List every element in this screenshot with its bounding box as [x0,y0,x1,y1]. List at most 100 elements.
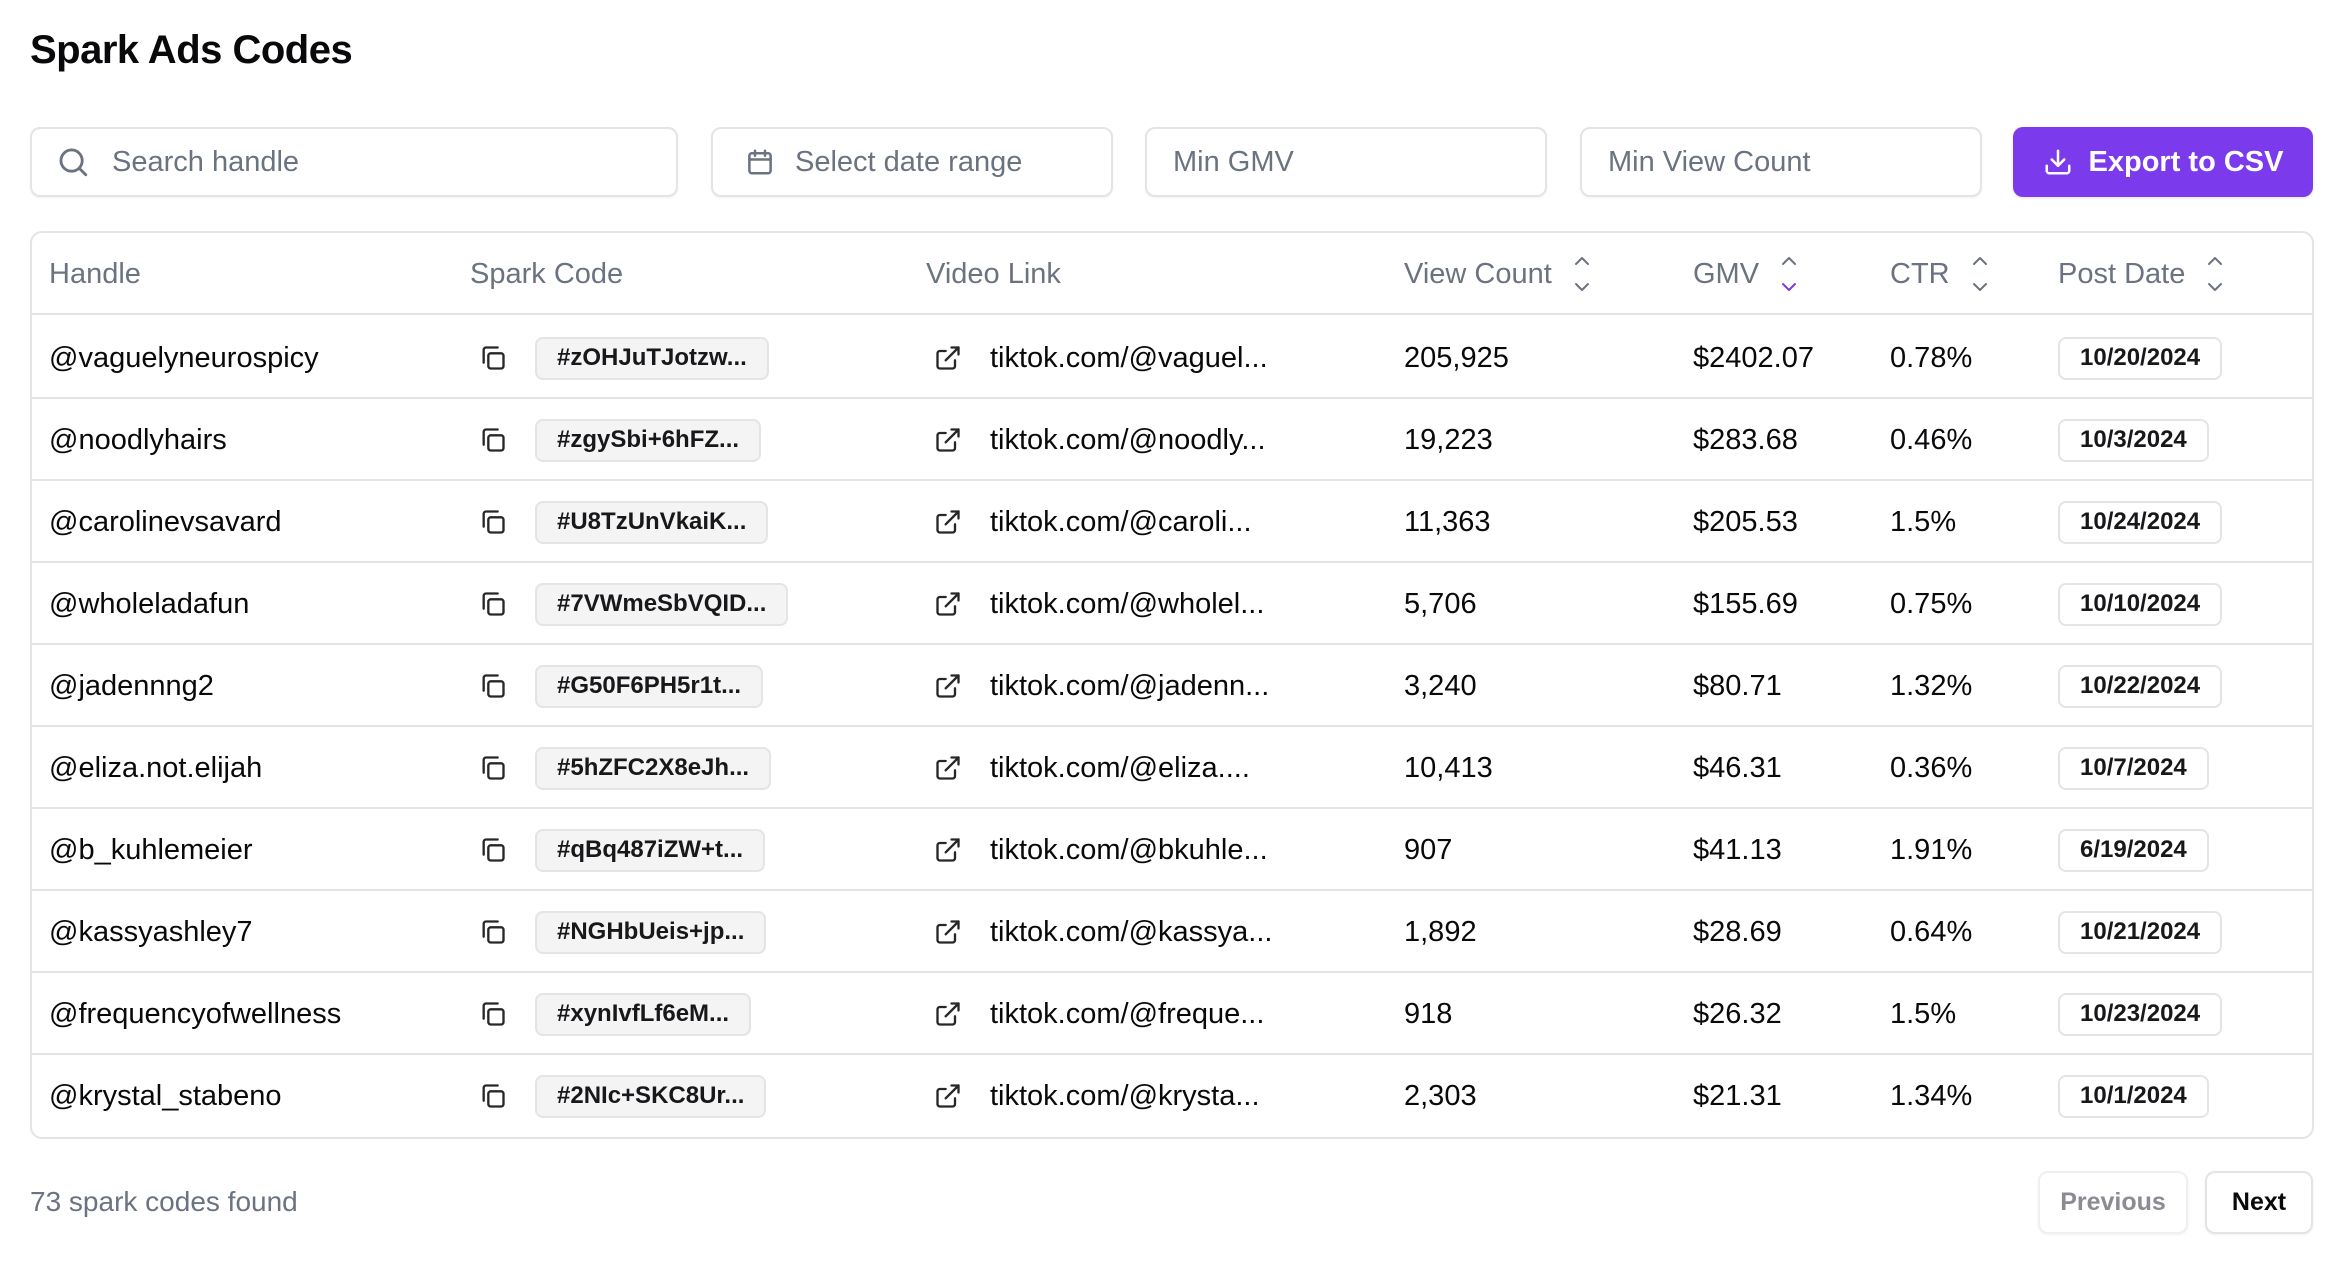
view-count-cell: 3,240 [1404,669,1477,702]
chevron-down-icon [2208,283,2223,291]
copy-icon[interactable] [477,645,509,727]
copy-icon[interactable] [477,973,509,1055]
gmv-cell: $28.69 [1693,915,1782,948]
table-row: @krystal_stabeno #2NIc+SKC8Ur... tiktok.co… [32,1055,2312,1137]
column-header-post-date[interactable]: Post Date [2058,233,2225,315]
chevron-down-icon [1782,283,1797,291]
chevron-down-icon [1574,283,1589,291]
copy-icon[interactable] [477,399,509,481]
gmv-cell: $21.31 [1693,1079,1782,1112]
spark-code-chip: #xynIvfLf6eM... [535,992,752,1036]
spark-code-chip: #qBq487iZW+t... [535,828,766,872]
spark-codes-table: Handle Spark Code Video Link View Count … [30,231,2314,1139]
handle-cell: @frequencyofwellness [49,997,342,1030]
previous-page-button[interactable]: Previous [2038,1171,2188,1234]
min-view-count-input[interactable] [1608,129,1980,195]
date-range-picker[interactable]: Select date range [711,127,1113,197]
external-link-icon[interactable] [934,809,964,891]
gmv-cell: $205.53 [1693,505,1798,538]
min-gmv-field[interactable] [1145,127,1547,197]
external-link-icon[interactable] [934,973,964,1055]
column-header-gmv[interactable]: GMV [1693,233,1799,315]
video-link[interactable]: tiktok.com/@eliza.... [990,727,1250,809]
external-link-icon[interactable] [934,317,964,399]
video-link[interactable]: tiktok.com/@vaguel... [990,317,1268,399]
copy-icon[interactable] [477,809,509,891]
video-link[interactable]: tiktok.com/@freque... [990,973,1264,1055]
ctr-cell: 0.78% [1890,341,1973,374]
gmv-cell: $80.71 [1693,669,1782,702]
external-link-icon[interactable] [934,645,964,727]
sort-toggle[interactable] [1572,252,1592,296]
spark-code-cell: #qBq487iZW+t... [535,809,766,891]
column-label: GMV [1693,257,1760,290]
post-date-badge: 10/20/2024 [2058,336,2223,380]
gmv-cell: $41.13 [1693,833,1782,866]
column-header-view-count[interactable]: View Count [1404,233,1592,315]
search-input[interactable] [112,129,676,195]
post-date-badge: 10/3/2024 [2058,418,2209,462]
ctr-cell: 0.64% [1890,915,1973,948]
spark-code-cell: #U8TzUnVkaiK... [535,481,769,563]
copy-icon[interactable] [477,891,509,973]
copy-icon[interactable] [477,481,509,563]
view-count-cell: 2,303 [1404,1079,1477,1112]
video-link[interactable]: tiktok.com/@kassya... [990,891,1272,973]
column-header-ctr[interactable]: CTR [1890,233,1990,315]
post-date-cell: 10/20/2024 [2058,317,2223,399]
spark-code-cell: #G50F6PH5r1t... [535,645,764,727]
table-row: @noodlyhairs #zgySbi+6hFZ... tiktok.com/@n… [32,399,2312,481]
copy-icon[interactable] [477,317,509,399]
post-date-cell: 10/22/2024 [2058,645,2223,727]
min-gmv-input[interactable] [1173,129,1545,195]
spark-code-chip: #NGHbUeis+jp... [535,910,767,954]
post-date-badge: 10/22/2024 [2058,664,2223,708]
view-count-cell: 10,413 [1404,751,1493,784]
video-link[interactable]: tiktok.com/@krysta... [990,1055,1260,1137]
spark-code-cell: #zgySbi+6hFZ... [535,399,762,481]
column-label: View Count [1404,257,1552,290]
video-link[interactable]: tiktok.com/@bkuhle... [990,809,1268,891]
video-link[interactable]: tiktok.com/@noodly... [990,399,1266,481]
external-link-icon[interactable] [934,399,964,481]
min-view-count-field[interactable] [1580,127,1982,197]
post-date-cell: 10/7/2024 [2058,727,2209,809]
post-date-badge: 10/7/2024 [2058,746,2209,790]
spark-code-cell: #zOHJuTJotzw... [535,317,769,399]
spark-code-cell: #2NIc+SKC8Ur... [535,1055,767,1137]
next-page-button[interactable]: Next [2205,1171,2313,1234]
gmv-cell: $2402.07 [1693,341,1814,374]
copy-icon[interactable] [477,727,509,809]
view-count-cell: 5,706 [1404,587,1477,620]
table-row: @wholeladafun #7VWmeSbVQID... tiktok.com/@… [32,563,2312,645]
video-link[interactable]: tiktok.com/@wholel... [990,563,1264,645]
spark-code-chip: #zgySbi+6hFZ... [535,418,762,462]
external-link-icon[interactable] [934,563,964,645]
ctr-cell: 1.32% [1890,669,1973,702]
sort-toggle[interactable] [1779,252,1799,296]
copy-icon[interactable] [477,563,509,645]
table-row: @eliza.not.elijah #5hZFC2X8eJh... tiktok.c… [32,727,2312,809]
spark-code-chip: #U8TzUnVkaiK... [535,500,769,544]
export-csv-button[interactable]: Export to CSV [2013,127,2313,197]
external-link-icon[interactable] [934,1055,964,1137]
chevron-up-icon [1972,257,1987,265]
external-link-icon[interactable] [934,727,964,809]
column-header-video-link: Video Link [926,233,1061,315]
sort-toggle[interactable] [1970,252,1990,296]
video-link[interactable]: tiktok.com/@jadenn... [990,645,1269,727]
post-date-badge: 6/19/2024 [2058,828,2209,872]
video-link[interactable]: tiktok.com/@caroli... [990,481,1252,563]
export-csv-label: Export to CSV [2088,145,2284,178]
sort-toggle[interactable] [2205,252,2225,296]
external-link-icon[interactable] [934,891,964,973]
external-link-icon[interactable] [934,481,964,563]
table-row: @carolinevsavard #U8TzUnVkaiK... tiktok.co… [32,481,2312,563]
search-field[interactable] [30,127,678,197]
copy-icon[interactable] [477,1055,509,1137]
column-label: Video Link [926,257,1061,290]
post-date-cell: 10/23/2024 [2058,973,2223,1055]
filter-bar: Select date range Export to CSV [30,127,2314,197]
ctr-cell: 1.91% [1890,833,1973,866]
post-date-cell: 10/3/2024 [2058,399,2209,481]
